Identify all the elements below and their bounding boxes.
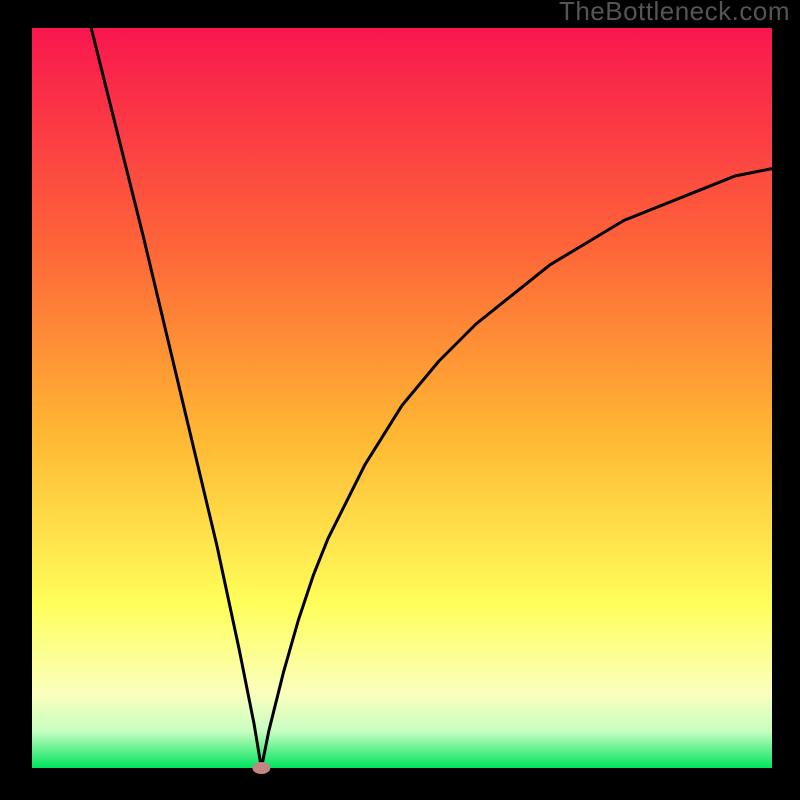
minimum-marker (252, 762, 270, 774)
chart-container: TheBottleneck.com (0, 0, 800, 800)
watermark-text: TheBottleneck.com (559, 0, 790, 27)
chart-svg (0, 0, 800, 800)
plot-background (32, 28, 772, 768)
